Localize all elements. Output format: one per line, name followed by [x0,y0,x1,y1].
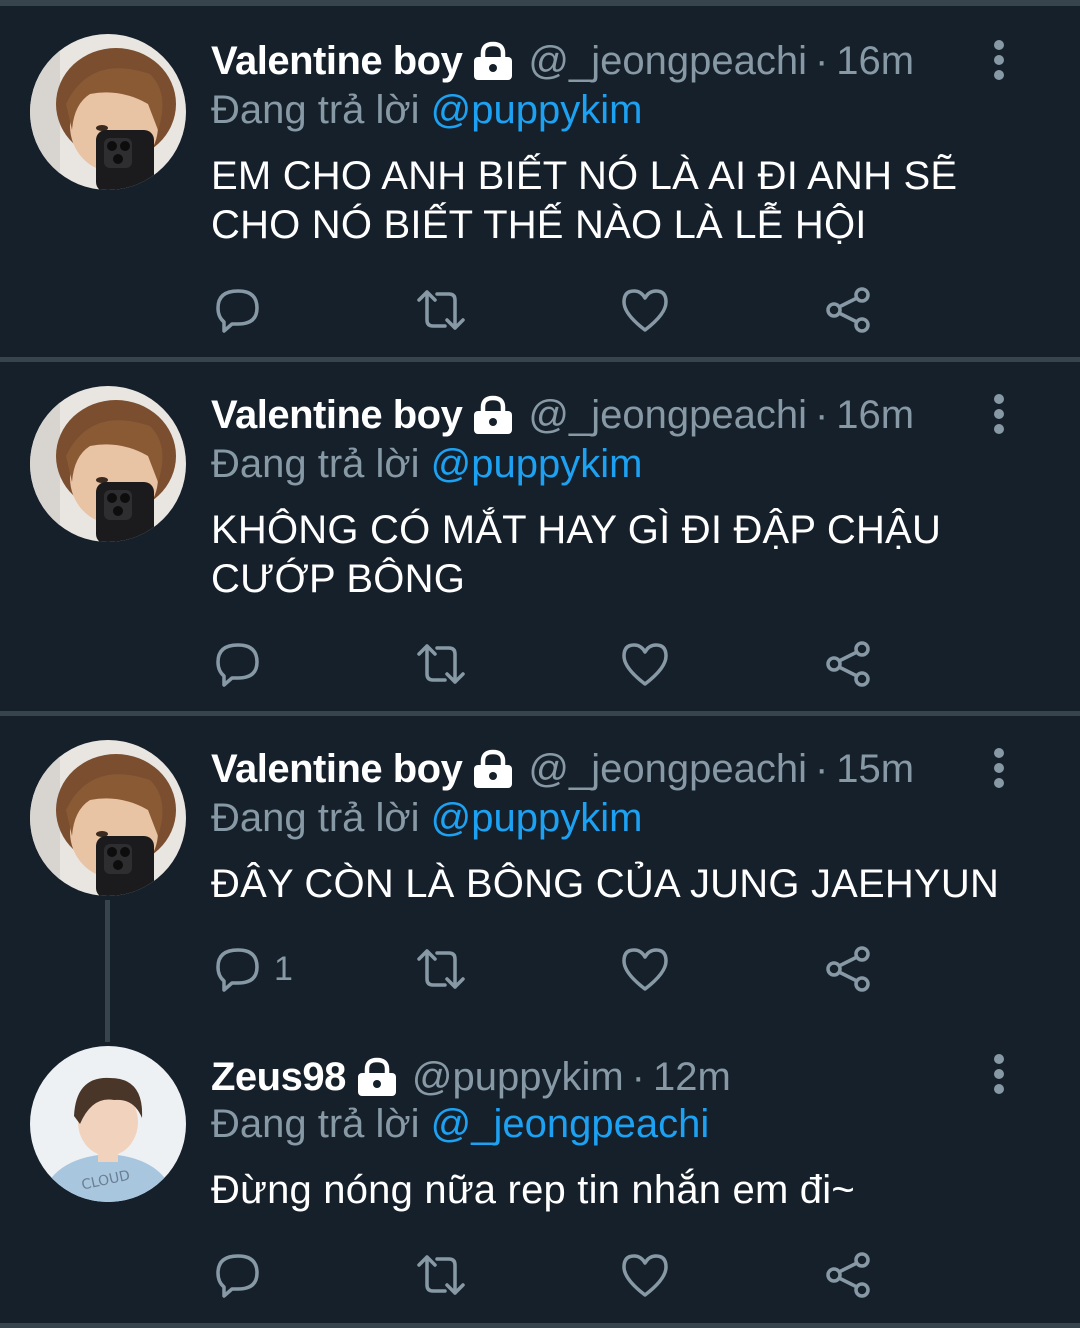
like-icon [622,289,668,332]
retweet-icon [417,644,465,684]
reply-prefix: Đang trả lời [211,88,420,132]
retweet-icon [417,290,465,330]
tweet-actions [0,280,1080,340]
reply-prefix: Đang trả lời [211,1102,420,1146]
share-button[interactable] [824,939,874,999]
tweet-header: Valentine boy @_jeongpeachi · 16m [211,36,914,86]
lock-icon [474,41,513,80]
like-button[interactable] [620,634,670,694]
reply-prefix: Đang trả lời [211,796,420,840]
share-icon [826,1252,870,1298]
top-divider [0,0,1080,6]
tweet-header: Zeus98 @puppykim · 12m [211,1052,731,1102]
reply-count: 1 [274,949,293,988]
display-name[interactable]: Zeus98 [211,1055,346,1100]
reply-icon [216,643,259,687]
share-button[interactable] [824,1245,874,1305]
share-button[interactable] [824,634,874,694]
retweet-button[interactable] [413,1245,469,1305]
separator-dot: · [814,38,829,83]
separator-dot: · [814,392,829,437]
reply-mention[interactable]: @puppykim [431,796,643,840]
timestamp[interactable]: 16m [836,393,914,438]
timestamp[interactable]: 15m [836,747,914,792]
like-icon [622,643,668,686]
retweet-button[interactable] [413,280,469,340]
avatar[interactable]: CLOUD [30,1046,186,1202]
more-icon[interactable] [988,1054,1010,1094]
share-icon [826,287,870,333]
lock-icon [474,749,513,788]
replying-to: Đang trả lời @puppykim [211,442,642,487]
reply-icon [216,948,259,992]
share-icon [826,946,870,992]
user-handle[interactable]: @_jeongpeachi [528,39,807,84]
more-icon[interactable] [988,748,1010,788]
reply-prefix: Đang trả lời [211,442,420,486]
share-icon [826,641,870,687]
replying-to: Đang trả lời @puppykim [211,88,642,133]
retweet-icon [417,949,465,989]
like-icon [622,1254,668,1297]
reply-mention[interactable]: @puppykim [431,442,643,486]
tweet-text: KHÔNG CÓ MẮT HAY GÌ ĐI ĐẬP CHẬU CƯỚP BÔN… [211,508,942,601]
like-button[interactable] [620,1245,670,1305]
user-handle[interactable]: @_jeongpeachi [528,393,807,438]
more-icon[interactable] [988,40,1010,80]
replying-to: Đang trả lời @_jeongpeachi [211,1102,709,1147]
display-name[interactable]: Valentine boy [211,39,463,84]
reply-mention[interactable]: @_jeongpeachi [431,1102,710,1146]
divider [0,357,1080,362]
reply-button[interactable] [214,1245,274,1305]
reply-button[interactable] [214,634,274,694]
share-button[interactable] [824,280,874,340]
divider [0,711,1080,716]
reply-button[interactable] [214,280,274,340]
replying-to: Đang trả lời @puppykim [211,796,642,841]
reply-icon [216,1254,259,1298]
retweet-button[interactable] [413,939,469,999]
lock-icon [357,1057,396,1096]
retweet-icon [417,1255,465,1295]
avatar[interactable] [30,740,186,896]
lock-icon [474,395,513,434]
separator-dot: · [631,1054,645,1099]
tweet-text: ĐÂY CÒN LÀ BÔNG CỦA JUNG JAEHYUN [211,862,1000,906]
retweet-button[interactable] [413,634,469,694]
tweet-header: Valentine boy @_jeongpeachi · 16m [211,390,914,440]
tweet-text: Đừng nóng nữa rep tin nhắn em đi~ [211,1168,855,1212]
timestamp[interactable]: 12m [653,1055,731,1100]
avatar[interactable] [30,34,186,190]
reply-mention[interactable]: @puppykim [431,88,643,132]
like-icon [622,948,668,991]
reply-icon [216,289,259,333]
tweet-actions: 1 [0,939,1080,999]
like-button[interactable] [620,280,670,340]
tweet-actions [0,1245,1080,1305]
user-handle[interactable]: @_jeongpeachi [528,747,807,792]
display-name[interactable]: Valentine boy [211,393,463,438]
tweet-header: Valentine boy @_jeongpeachi · 15m [211,744,914,794]
display-name[interactable]: Valentine boy [211,747,463,792]
tweet-text: EM CHO ANH BIẾT NÓ LÀ AI ĐI ANH SẼ CHO N… [211,154,958,247]
timestamp[interactable]: 16m [836,39,914,84]
reply-button[interactable]: 1 [214,939,293,999]
tweet-actions [0,634,1080,694]
separator-dot: · [814,746,829,791]
more-icon[interactable] [988,394,1010,434]
like-button[interactable] [620,939,670,999]
divider [0,1323,1080,1328]
avatar[interactable] [30,386,186,542]
user-handle[interactable]: @puppykim [412,1055,624,1100]
